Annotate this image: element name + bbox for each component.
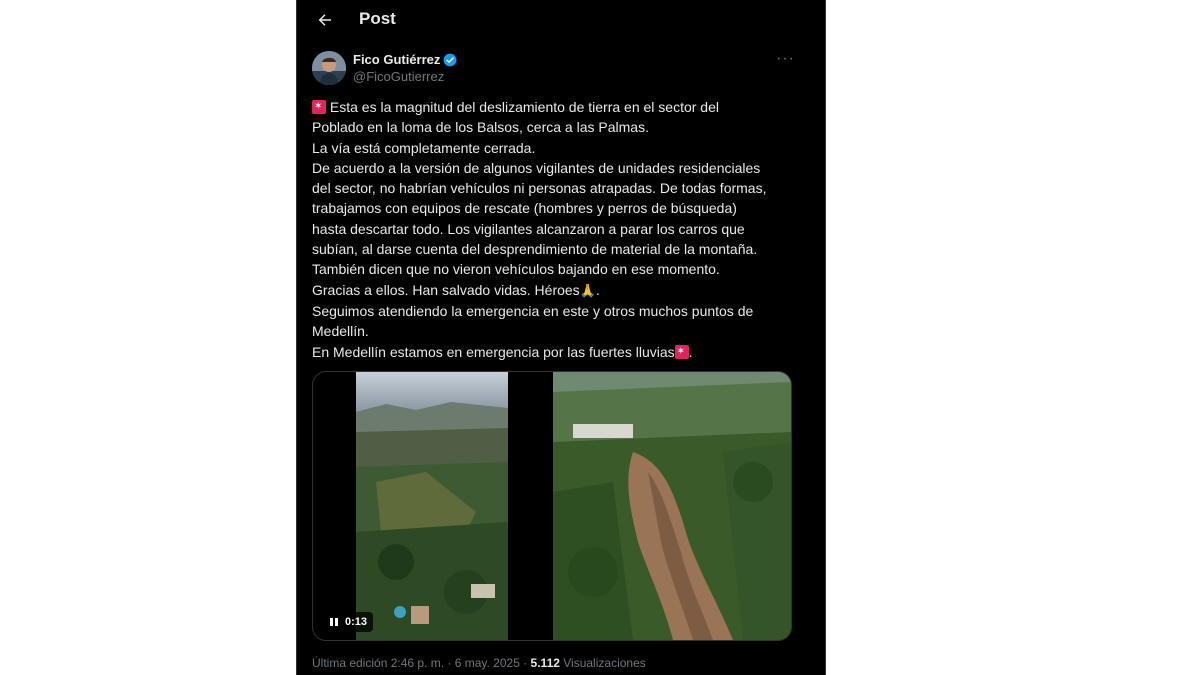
- siren-emoji-icon: [312, 100, 326, 114]
- author-handle[interactable]: @FicoGutierrez: [353, 69, 444, 84]
- post-line: Gracias a ellos. Han salvado vidas. Héro…: [312, 280, 802, 301]
- siren-emoji-icon: [674, 344, 689, 359]
- praying-hands-emoji-icon: 🙏: [579, 282, 596, 298]
- avatar[interactable]: [312, 51, 346, 85]
- more-button[interactable]: ···: [776, 50, 795, 68]
- landslide-aerial-photo-right: [553, 372, 791, 640]
- video-player[interactable]: 0:13: [312, 371, 792, 641]
- author-name-row: Fico Gutiérrez: [353, 52, 457, 67]
- post-text: Esta es la magnitud del deslizamiento de…: [312, 97, 802, 362]
- post-line: Esta es la magnitud del deslizamiento de…: [312, 97, 802, 117]
- post-line: También dicen que no vieron vehículos ba…: [312, 261, 720, 278]
- arrow-left-icon: [318, 14, 331, 26]
- author-block: Fico Gutiérrez @FicoGutierrez ···: [312, 50, 795, 90]
- post-line: trabajamos con equipos de rescate (hombr…: [312, 200, 737, 217]
- back-button[interactable]: [313, 8, 337, 32]
- post-line: Seguimos atendiendo la emergencia en est…: [312, 302, 754, 319]
- video-time: 0:13: [345, 616, 368, 628]
- author-name[interactable]: Fico Gutiérrez: [353, 52, 440, 67]
- post-line: Medellín.: [312, 323, 369, 340]
- post-line: subían, al darse cuenta del desprendimie…: [312, 241, 758, 258]
- post-line: Poblado en la loma de los Balsos, cerca …: [312, 119, 649, 136]
- post-line: del sector, no habrían vehículos ni pers…: [312, 180, 767, 197]
- post-line: La vía está completamente cerrada.: [312, 139, 536, 156]
- top-bar: Post: [297, 0, 825, 40]
- views-count: 5.112: [530, 656, 560, 670]
- verified-badge-icon: [444, 53, 457, 66]
- more-icon: ···: [776, 50, 795, 67]
- video-controls[interactable]: 0:13: [323, 612, 374, 632]
- post-line: De acuerdo a la versión de algunos vigil…: [312, 159, 761, 176]
- post-line: En Medellín estamos en emergencia por la…: [312, 342, 802, 362]
- post-line: hasta descartar todo. Los vigilantes alc…: [312, 220, 745, 237]
- landslide-aerial-photo-left: [356, 372, 508, 640]
- post-metadata: Última edición 2:46 p. m. · 6 may. 2025 …: [312, 656, 646, 670]
- pause-icon: [330, 618, 338, 626]
- views-label: Visualizaciones: [559, 656, 646, 670]
- edited-timestamp[interactable]: Última edición 2:46 p. m. · 6 may. 2025 …: [312, 656, 531, 670]
- page-title: Post: [359, 9, 396, 28]
- post-panel: Post Fico Gutiérrez @FicoGutierrez ··· E…: [296, 0, 826, 675]
